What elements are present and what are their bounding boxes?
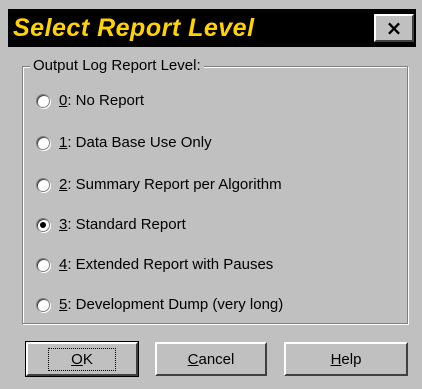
dialog-title: Select Report Level bbox=[13, 14, 255, 42]
radio-label: 4: Extended Report with Pauses bbox=[59, 256, 273, 274]
option-text: : Standard Report bbox=[67, 216, 186, 233]
accelerator-key: C bbox=[187, 350, 199, 368]
radio-label: 2: Summary Report per Algorithm bbox=[59, 176, 282, 194]
radio-button[interactable] bbox=[36, 178, 50, 192]
option-text: : Data Base Use Only bbox=[67, 134, 212, 151]
radio-label: 0: No Report bbox=[59, 92, 144, 110]
radio-button[interactable] bbox=[36, 298, 50, 312]
option-text: : Development Dump (very long) bbox=[67, 296, 284, 313]
radio-option-4[interactable]: 4: Extended Report with Pauses bbox=[36, 252, 273, 278]
button-text: K bbox=[82, 350, 93, 368]
button-text: elp bbox=[341, 350, 362, 368]
select-report-level-dialog: Select Report Level × Output Log Report … bbox=[0, 0, 422, 389]
radio-label: 3: Standard Report bbox=[59, 216, 186, 234]
radio-button[interactable] bbox=[36, 94, 50, 108]
option-text: : Summary Report per Algorithm bbox=[67, 176, 282, 193]
option-text: : No Report bbox=[67, 92, 145, 109]
button-text: ancel bbox=[198, 350, 235, 368]
help-button[interactable]: Help bbox=[284, 342, 408, 376]
radio-option-5[interactable]: 5: Development Dump (very long) bbox=[36, 292, 283, 318]
cancel-button[interactable]: Cancel bbox=[155, 342, 267, 376]
radio-button-selected[interactable] bbox=[36, 218, 50, 232]
radio-option-1[interactable]: 1: Data Base Use Only bbox=[36, 130, 212, 156]
ok-button-label: OK bbox=[48, 347, 116, 371]
radio-option-3[interactable]: 3: Standard Report bbox=[36, 212, 186, 238]
accelerator-key: O bbox=[71, 350, 83, 368]
accelerator-key: H bbox=[330, 350, 342, 368]
radio-button[interactable] bbox=[36, 258, 50, 272]
radio-button[interactable] bbox=[36, 136, 50, 150]
option-text: : Extended Report with Pauses bbox=[67, 256, 274, 273]
radio-label: 1: Data Base Use Only bbox=[59, 134, 212, 152]
close-button[interactable]: × bbox=[374, 14, 414, 42]
title-bar[interactable]: Select Report Level × bbox=[8, 9, 416, 47]
radio-label: 5: Development Dump (very long) bbox=[59, 296, 283, 314]
cancel-button-label: Cancel bbox=[188, 351, 235, 368]
radio-option-0[interactable]: 0: No Report bbox=[36, 88, 144, 114]
group-label: Output Log Report Level: bbox=[30, 58, 204, 74]
close-icon: × bbox=[385, 16, 403, 40]
help-button-label: Help bbox=[331, 351, 362, 368]
ok-button[interactable]: OK bbox=[25, 341, 139, 377]
radio-option-2[interactable]: 2: Summary Report per Algorithm bbox=[36, 172, 282, 198]
